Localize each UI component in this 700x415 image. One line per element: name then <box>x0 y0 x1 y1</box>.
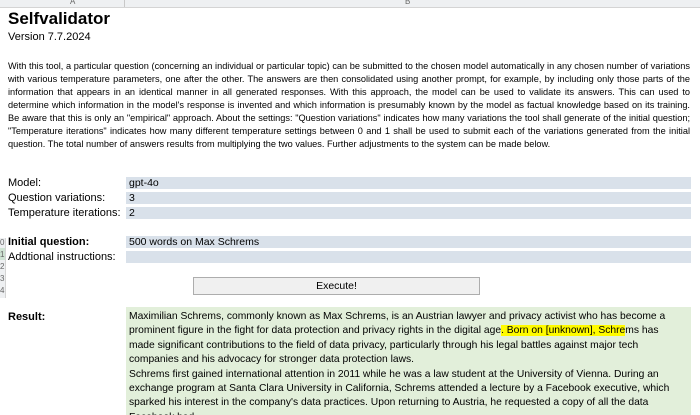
additional-instructions-label: Addtional instructions: <box>8 251 116 263</box>
column-header-b[interactable]: B <box>405 0 410 6</box>
row-header[interactable]: 4 <box>0 286 4 295</box>
initial-question-field[interactable]: 500 words on Max Schrems <box>126 236 691 249</box>
additional-instructions-field[interactable] <box>126 251 691 264</box>
question-variations-field[interactable]: 3 <box>126 192 691 205</box>
row-header[interactable]: 2 <box>0 262 4 271</box>
version-label: Version 7.7.2024 <box>8 31 91 43</box>
column-header-a[interactable]: A <box>70 0 75 6</box>
page-title: Selfvalidator <box>8 9 111 28</box>
row-header-strip: 0 1 2 3 4 <box>0 238 6 298</box>
model-field[interactable]: gpt-4o <box>126 177 691 190</box>
row-header[interactable]: 1 <box>0 250 4 259</box>
column-divider[interactable] <box>124 0 125 7</box>
model-label: Model: <box>8 177 42 189</box>
initial-question-label: Initial question: <box>8 236 90 248</box>
column-header-bar: A B <box>0 0 700 8</box>
execute-button[interactable]: Execute! <box>193 277 480 295</box>
result-output[interactable]: Maximilian Schrems, commonly known as Ma… <box>126 307 691 415</box>
row-header[interactable]: 3 <box>0 274 4 283</box>
question-variations-label: Question variations: <box>8 192 106 204</box>
tool-description: With this tool, a particular question (c… <box>8 61 690 150</box>
temperature-iterations-label: Temperature iterations: <box>8 207 121 219</box>
row-header[interactable]: 0 <box>0 238 4 247</box>
result-label: Result: <box>8 311 46 323</box>
result-text: Schrems first gained international atten… <box>129 368 670 415</box>
result-highlight: . Born on [unknown], Schre <box>501 325 626 337</box>
temperature-iterations-field[interactable]: 2 <box>126 207 691 220</box>
